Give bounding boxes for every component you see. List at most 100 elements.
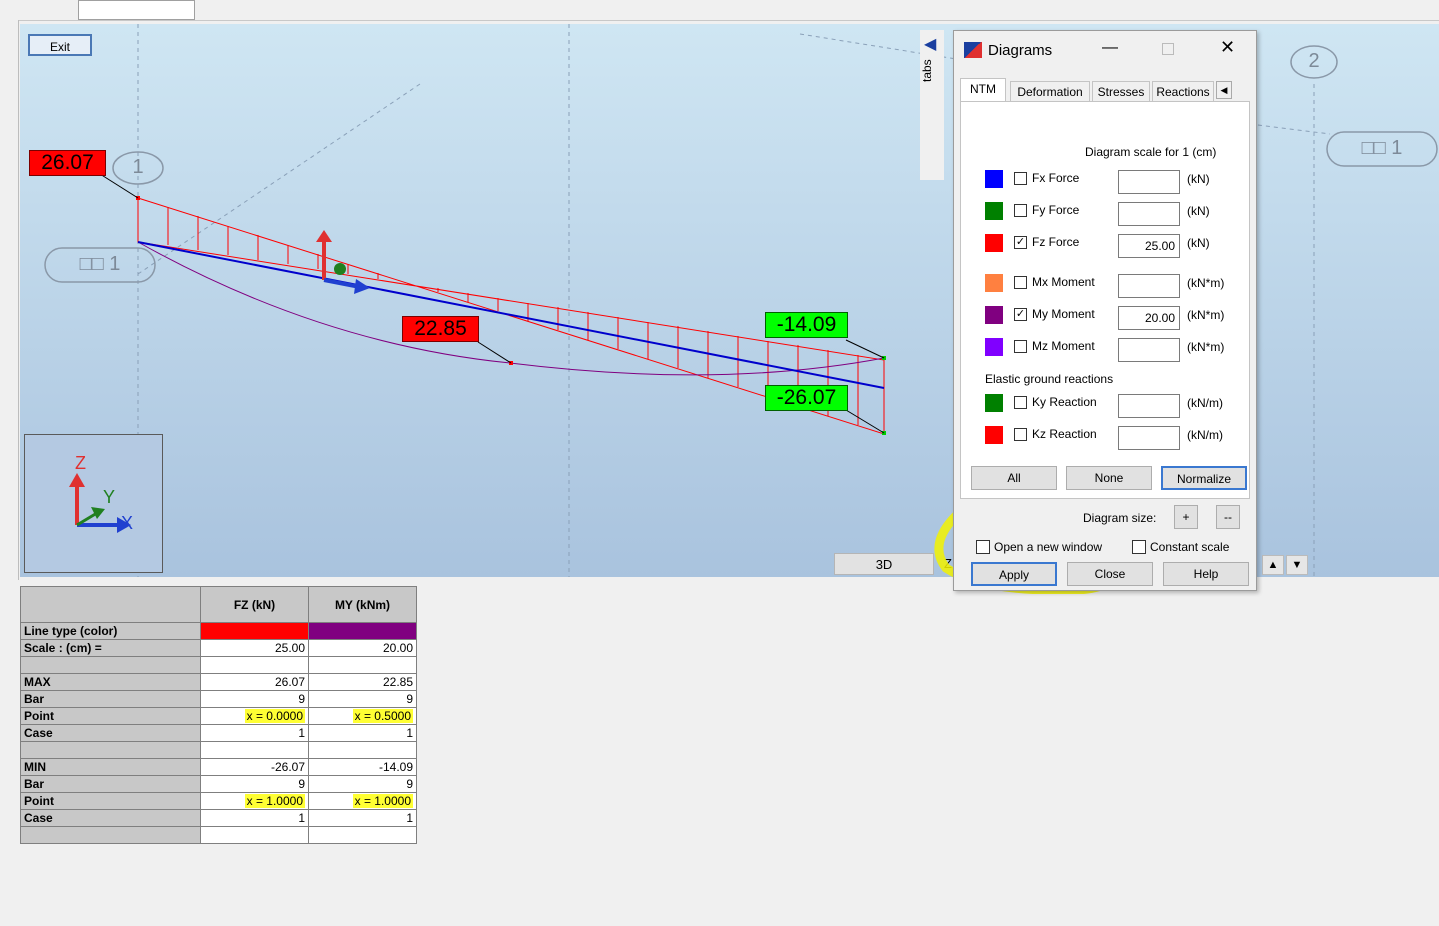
min-my-label: -14.09: [765, 312, 848, 338]
local-x-arrow: [354, 279, 370, 294]
maximize-icon: [1162, 43, 1174, 55]
diagram-size-plus-button[interactable]: +: [1174, 505, 1198, 529]
mx-color-swatch: [985, 274, 1003, 292]
table-row: MAX 26.07 22.85: [20, 673, 417, 691]
local-y-axis: [334, 263, 346, 275]
tab-deformation[interactable]: Deformation: [1010, 81, 1090, 102]
mz-moment-checkbox[interactable]: [1014, 340, 1027, 353]
tab-reactions[interactable]: Reactions: [1152, 81, 1214, 102]
fz-force-checkbox[interactable]: ✓: [1014, 236, 1027, 249]
row-fx-force: Fx Force (kN): [961, 170, 1251, 194]
scroll-down-icon[interactable]: ▼: [1286, 555, 1308, 575]
fz-scale-input[interactable]: 25.00: [1118, 234, 1180, 258]
tab-ntm[interactable]: NTM: [960, 78, 1006, 102]
structure-label-left-text: □□ 1: [79, 253, 121, 275]
mx-moment-checkbox[interactable]: [1014, 276, 1027, 289]
fy-color-swatch: [985, 202, 1003, 220]
max-fz-label: 26.07: [29, 150, 106, 176]
table-row: Case 1 1: [20, 724, 417, 742]
grid-line: [1249, 123, 1331, 135]
ky-reaction-checkbox[interactable]: [1014, 396, 1027, 409]
tabs-label[interactable]: tabs: [920, 56, 944, 86]
scroll-up-icon[interactable]: ▲: [1262, 555, 1284, 575]
minimize-icon[interactable]: —: [1102, 39, 1118, 57]
table-header-row: FZ (kN) MY (kNm): [20, 586, 417, 623]
table-row: [20, 826, 417, 844]
open-new-window-label: Open a new window: [994, 540, 1103, 554]
fy-force-checkbox[interactable]: [1014, 204, 1027, 217]
diagram-size-label: Diagram size:: [1083, 511, 1157, 525]
axis-z-label: Z: [75, 453, 86, 473]
diagrams-dialog: Diagrams — ✕ NTM Deformation Stresses Re…: [953, 30, 1257, 591]
fx-color-swatch: [985, 170, 1003, 188]
fz-color-swatch: [985, 234, 1003, 252]
row-fz-force: ✓ Fz Force 25.00 (kN): [961, 234, 1251, 258]
fx-force-checkbox[interactable]: [1014, 172, 1027, 185]
diagrams-app-icon: [964, 42, 982, 58]
local-z-arrow: [316, 230, 332, 242]
my-moment-checkbox[interactable]: ✓: [1014, 308, 1027, 321]
normalize-button[interactable]: Normalize: [1161, 466, 1247, 490]
axis-glyph: [69, 473, 131, 533]
diagram-size-minus-button[interactable]: --: [1216, 505, 1240, 529]
node-label-1: 1: [132, 156, 144, 178]
structure-label-right-text: □□ 1: [1361, 137, 1403, 159]
open-new-window-checkbox[interactable]: [976, 540, 990, 554]
tab-stresses[interactable]: Stresses: [1092, 81, 1150, 102]
my-scale-input[interactable]: 20.00: [1118, 306, 1180, 330]
exit-button[interactable]: Exit: [28, 34, 92, 56]
results-table: FZ (kN) MY (kNm) Line type (color) Scale…: [20, 586, 417, 844]
row-fy-force: Fy Force (kN): [961, 202, 1251, 226]
close-icon[interactable]: ✕: [1220, 37, 1235, 58]
mz-color-swatch: [985, 338, 1003, 356]
none-button[interactable]: None: [1066, 466, 1152, 490]
kz-reaction-checkbox[interactable]: [1014, 428, 1027, 441]
view-tab-3d[interactable]: 3D: [834, 553, 934, 575]
tab-scroll-left-icon[interactable]: ◀: [1216, 81, 1232, 99]
row-mz-moment: Mz Moment (kN*m): [961, 338, 1251, 362]
help-button[interactable]: Help: [1163, 562, 1249, 586]
max-my-label: 22.85: [402, 316, 479, 342]
mz-scale-input[interactable]: [1118, 338, 1180, 362]
kz-color-swatch: [985, 426, 1003, 444]
my-diagram: [137, 241, 885, 376]
constant-scale-label: Constant scale: [1150, 540, 1230, 554]
row-ky-reaction: Ky Reaction (kN/m): [961, 394, 1251, 418]
header-my: MY (kNm): [308, 586, 417, 623]
table-row: Point x = 0.0000 x = 0.5000: [20, 707, 417, 725]
node-label-2: 2: [1308, 50, 1320, 72]
constant-scale-checkbox[interactable]: [1132, 540, 1146, 554]
axis-x-label: X: [121, 513, 134, 533]
elastic-caption: Elastic ground reactions: [985, 372, 1114, 386]
kz-scale-input[interactable]: [1118, 426, 1180, 450]
row-kz-reaction: Kz Reaction (kN/m): [961, 426, 1251, 450]
apply-button[interactable]: Apply: [971, 562, 1057, 586]
header-fz: FZ (kN): [200, 586, 309, 623]
tabs-arrow-icon[interactable]: ◀: [924, 34, 936, 54]
fx-scale-input[interactable]: [1118, 170, 1180, 194]
min-fz-label: -26.07: [765, 385, 848, 411]
table-row: Point x = 1.0000 x = 1.0000: [20, 792, 417, 810]
top-toolbar: [0, 0, 1439, 21]
ky-scale-input[interactable]: [1118, 394, 1180, 418]
row-my-moment: ✓ My Moment 20.00 (kN*m): [961, 306, 1251, 330]
row-mx-moment: Mx Moment (kN*m): [961, 274, 1251, 298]
table-row: Bar 9 9: [20, 690, 417, 708]
table-row: Bar 9 9: [20, 775, 417, 793]
table-row: Case 1 1: [20, 809, 417, 827]
fy-scale-input[interactable]: [1118, 202, 1180, 226]
my-color-swatch: [985, 306, 1003, 324]
all-button[interactable]: All: [971, 466, 1057, 490]
table-row: [20, 741, 417, 759]
table-row: [20, 656, 417, 674]
mx-scale-input[interactable]: [1118, 274, 1180, 298]
axis-y-label: Y: [103, 487, 116, 507]
my-color-cell: [308, 622, 417, 640]
ntm-panel: Diagram scale for 1 (cm) Fx Force (kN) F…: [960, 101, 1250, 499]
table-row: Line type (color): [20, 622, 417, 640]
close-button[interactable]: Close: [1067, 562, 1153, 586]
toolbar-selection-field[interactable]: [78, 0, 195, 20]
dialog-title: Diagrams: [988, 42, 1053, 59]
fz-color-cell: [200, 622, 309, 640]
grid-line: [137, 83, 421, 275]
